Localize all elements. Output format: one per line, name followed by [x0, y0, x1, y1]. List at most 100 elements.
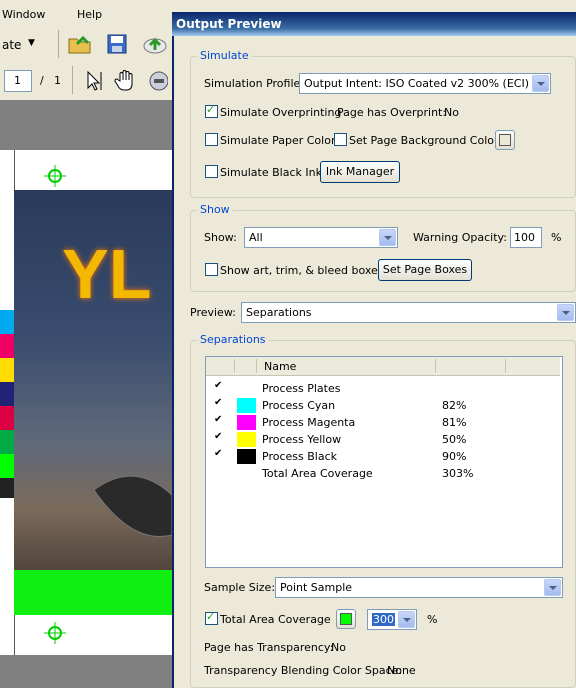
- page-transparency-label: Page has Transparency:: [204, 641, 334, 654]
- separations-legend: Separations: [197, 333, 269, 346]
- separation-color-swatch: [237, 398, 256, 413]
- warning-opacity-percent: %: [551, 231, 562, 244]
- separation-coverage-value: 303%: [442, 467, 474, 480]
- show-boxes-checkbox[interactable]: [205, 263, 218, 276]
- preview-select[interactable]: Separations: [241, 302, 576, 323]
- chevron-down-icon: [379, 229, 396, 246]
- separation-color-swatch: [237, 432, 256, 447]
- menu-help[interactable]: Help: [77, 8, 102, 21]
- upload-cloud-icon[interactable]: [141, 32, 169, 56]
- show-value: All: [249, 231, 263, 244]
- hand-tool-icon[interactable]: [114, 68, 138, 92]
- blending-space-label: Transparency Blending Color Space:: [204, 664, 403, 677]
- panel-title: Output Preview: [176, 17, 282, 31]
- save-icon[interactable]: [105, 32, 129, 56]
- menu-window[interactable]: Window: [2, 8, 45, 21]
- simulate-overprinting-checkbox[interactable]: [205, 103, 218, 118]
- zoom-out-icon[interactable]: [148, 70, 169, 92]
- tac-limit-value: 300: [372, 613, 395, 626]
- artwork-headline: YL: [62, 235, 152, 313]
- ink-manager-button[interactable]: Ink Manager: [320, 161, 400, 183]
- simulate-paper-color-label: Simulate Paper Color: [220, 134, 336, 147]
- simulation-profile-select[interactable]: Output Intent: ISO Coated v2 300% (ECI): [299, 73, 551, 94]
- separation-name: Process Plates: [262, 382, 341, 395]
- separation-name: Process Magenta: [262, 416, 356, 429]
- separation-name: Process Yellow: [262, 433, 342, 446]
- chevron-down-icon: [532, 75, 549, 92]
- simulate-black-ink-checkbox[interactable]: [205, 165, 218, 178]
- set-page-boxes-button[interactable]: Set Page Boxes: [378, 259, 472, 281]
- warning-opacity-value: 100: [514, 231, 535, 244]
- total-area-coverage-checkbox[interactable]: [205, 610, 218, 625]
- task-dropdown[interactable]: ate ▼: [0, 32, 48, 56]
- set-page-background-label: Set Page Background Color: [349, 134, 499, 147]
- simulate-overprinting-label: Simulate Overprinting: [220, 106, 342, 119]
- separation-row[interactable]: Total Area Coverage 303%: [206, 465, 560, 482]
- simulate-legend: Simulate: [197, 49, 252, 62]
- select-arrow-icon[interactable]: [84, 70, 104, 92]
- color-patch-yellow: [0, 358, 14, 382]
- tac-limit-select[interactable]: 300: [367, 609, 417, 630]
- tac-color-swatch[interactable]: [336, 609, 356, 629]
- separation-name: Process Cyan: [262, 399, 336, 412]
- open-folder-icon[interactable]: [67, 32, 93, 56]
- color-patch-green: [0, 430, 14, 454]
- satellite-dish-shape: [93, 475, 172, 537]
- simulate-paper-color-checkbox[interactable]: [205, 133, 218, 146]
- registration-mark-icon: [44, 622, 66, 644]
- toolbar-top: ate ▼: [0, 28, 172, 63]
- simulate-black-ink-label: Simulate Black Ink: [220, 166, 322, 179]
- preview-value: Separations: [246, 306, 312, 319]
- toolbar-divider: [58, 30, 59, 58]
- separation-visibility-checkbox[interactable]: [214, 431, 224, 444]
- warning-opacity-input[interactable]: 100: [510, 227, 542, 248]
- page-background-color-swatch[interactable]: [495, 130, 515, 150]
- color-patch-magenta: [0, 334, 14, 358]
- task-dropdown-label: ate: [2, 38, 22, 52]
- chevron-down-icon: [398, 611, 415, 628]
- separation-row[interactable]: Process Cyan 82%: [206, 397, 560, 414]
- tac-percent: %: [427, 613, 438, 626]
- simulation-profile-label: Simulation Profile:: [204, 77, 304, 90]
- panel-titlebar[interactable]: Output Preview: [172, 12, 576, 36]
- separation-row[interactable]: Process Plates: [206, 380, 560, 397]
- page-separator: /: [40, 74, 44, 87]
- separation-row[interactable]: Process Yellow 50%: [206, 431, 560, 448]
- separation-color-swatch: [237, 449, 256, 464]
- artwork-image: YL: [14, 190, 172, 615]
- separation-coverage-value: 50%: [442, 433, 467, 446]
- separation-coverage-value: 81%: [442, 416, 467, 429]
- separation-visibility-checkbox[interactable]: [214, 380, 224, 393]
- page-total: 1: [54, 74, 61, 87]
- name-column-header[interactable]: Name: [264, 360, 296, 373]
- preview-label: Preview:: [190, 306, 236, 319]
- show-select[interactable]: All: [244, 227, 398, 248]
- toolbar-navigation: 1 / 1: [0, 62, 172, 101]
- page-transparency-value: No: [331, 641, 346, 654]
- page-overprint-value: No: [444, 106, 459, 119]
- sample-size-select[interactable]: Point Sample: [275, 577, 563, 598]
- page-number-value: 1: [14, 74, 21, 87]
- chevron-down-icon: ▼: [28, 38, 35, 48]
- menu-bar: Window Help: [0, 0, 172, 29]
- separation-name: Total Area Coverage: [262, 467, 373, 480]
- separations-list-header: Name: [206, 357, 560, 376]
- show-legend: Show: [197, 203, 233, 216]
- page-number-input[interactable]: 1: [4, 70, 32, 92]
- separation-color-swatch: [237, 415, 256, 430]
- separation-row[interactable]: Process Black 90%: [206, 448, 560, 465]
- show-label: Show:: [204, 231, 237, 244]
- registration-mark-icon: [44, 165, 66, 187]
- color-patch-lime: [0, 454, 14, 478]
- separation-name: Process Black: [262, 450, 337, 463]
- separation-visibility-checkbox[interactable]: [214, 448, 224, 461]
- chevron-down-icon: [557, 304, 574, 321]
- toolbar-divider: [72, 66, 73, 94]
- simulation-profile-value: Output Intent: ISO Coated v2 300% (ECI): [304, 77, 529, 90]
- total-area-coverage-label: Total Area Coverage: [220, 613, 331, 626]
- separation-visibility-checkbox[interactable]: [214, 397, 224, 410]
- separation-row[interactable]: Process Magenta 81%: [206, 414, 560, 431]
- set-page-background-checkbox[interactable]: [334, 133, 347, 146]
- separation-visibility-checkbox[interactable]: [214, 414, 224, 427]
- sample-size-label: Sample Size:: [204, 581, 276, 594]
